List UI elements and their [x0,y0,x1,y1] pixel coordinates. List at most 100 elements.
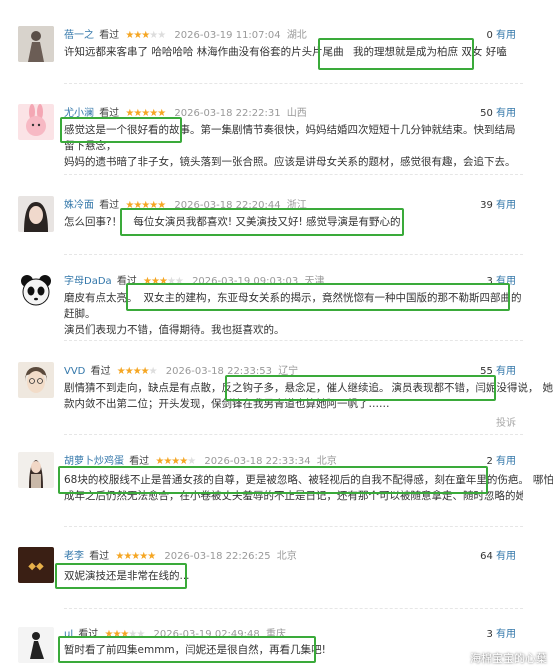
username-link[interactable]: VVD [64,366,85,377]
review-content: 许知远都来客串了 哈哈哈哈 林海作曲没有俗套的片头片尾曲 我的理想就是成为柏庶 … [64,44,523,60]
useful-button[interactable]: 有用 [496,456,516,467]
useful-count: 2 有用 [486,456,516,467]
avatar[interactable] [18,272,54,308]
divider [64,83,523,84]
username-link[interactable]: 字母DaDa [64,276,112,287]
review-time: 2026-03-18 22:33:53 [165,366,272,377]
review-location: 辽宁 [278,366,299,377]
watched-label: 看过 [129,456,150,467]
review-time: 2026-03-18 22:22:31 [174,108,281,119]
avatar[interactable] [18,452,54,488]
review-meta: 尤小澜 看过 ★★★★★ 2026-03-18 22:22:31 山西 [64,104,307,119]
watched-label: 看过 [89,551,110,562]
review-meta: 字母DaDa 看过 ★★★★★ 2026-03-19 09:03:03 天津 [64,272,324,287]
watched-label: 看过 [90,366,111,377]
rating-stars: ★★★★★ [125,108,166,119]
review-content: 怎么回事?！ 每位女演员我都喜欢! 又美演技又好! 感觉导演是有野心的! [64,214,523,230]
avatar[interactable] [18,26,54,62]
useful-button[interactable]: 有用 [496,551,516,562]
review-meta: 老李 看过 ★★★★★ 2026-03-18 22:26:25 北京 [64,547,297,562]
rating-stars: ★★★★★ [125,30,166,41]
avatar[interactable] [18,362,54,398]
username-link[interactable]: 蓓一之 [64,30,94,41]
review-location: 重庆 [265,629,286,640]
watermark-text: 海棉宝宝的心葉 [470,652,547,665]
useful-button[interactable]: 有用 [496,200,516,211]
rating-stars: ★★★★★ [115,551,156,562]
rating-stars: ★★★★★ [104,629,146,640]
username-link[interactable]: 姝冷面 [64,200,94,211]
divider [64,254,523,255]
review-text: 妈妈的遗书暗了非子女，镜头落到一张合照。应该是讲母女关系的题材，感觉很有趣，会追… [64,156,516,168]
comment-list: 蓓一之 看过 ★★★★★ 2026-03-19 11:07:04 湖北 0 有用… [0,0,553,670]
username-link[interactable]: 尤小澜 [64,108,94,119]
useful-button[interactable]: 有用 [496,629,516,640]
watched-label: 看过 [99,108,120,119]
divider [64,608,523,609]
avatar[interactable] [18,104,54,140]
username-link[interactable]: 老李 [64,551,84,562]
useful-button[interactable]: 有用 [496,276,516,287]
highlighted-text: 68块的校服线不止是普通女孩的自尊，更是被忽略、被轻视后的自我不配得感，刻在童年… [64,474,529,486]
username-link[interactable]: ul [64,629,73,640]
useful-count: 64 有用 [480,551,516,562]
review-location: 湖北 [286,30,307,41]
review-time: 2026-03-18 22:26:25 [164,551,271,562]
review-meta: 胡萝卜炒鸡蛋 看过 ★★★★★ 2026-03-18 22:33:34 北京 [64,452,337,467]
review-text: 剧情猜不到走向，缺点是有点散，反之钩子多，悬念足，催人继续追。 [64,382,390,394]
review-location: 北京 [316,456,337,467]
review-content: 磨皮有点太亮。 双女主的建构，东亚母女关系的揭示，竟然恍惚有一种中国版的那不勒斯四… [64,290,523,338]
useful-count: 3 有用 [486,629,516,640]
review-meta: ul 看过 ★★★★★ 2026-03-19 02:49:48 重庆 [64,625,286,640]
useful-count: 3 有用 [486,276,516,287]
highlighted-text: 暂时看了前四集emmm，闫妮还是很自然，再看几集吧! [64,644,326,656]
review-content: 暂时看了前四集emmm，闫妮还是很自然，再看几集吧! [64,642,523,658]
report-link[interactable]: 投诉 [496,414,516,429]
review-content: 68块的校服线不止是普通女孩的自尊，更是被忽略、被轻视后的自我不配得感，刻在童年… [64,472,553,504]
watched-label: 看过 [116,276,137,287]
watched-label: 看过 [99,200,120,211]
review-text: 款内敛不出第二位；开头发现，保剑锋在我男青道也算她阿一帆了…… [64,398,390,410]
watched-label: 看过 [99,30,120,41]
review-content: 感觉这是一个很好看的故事。第一集剧情节奏很快，妈妈结婚四次短短十几分钟就结束。快… [64,122,523,170]
highlighted-text: 双妮演技还是非常在线的... [64,570,190,582]
review-text: 磨皮有点太亮。 [64,292,138,304]
review-location: 天津 [304,276,325,287]
rating-stars: ★★★★★ [155,456,196,467]
review-text: 成年之后仍然无法愈合，在小卷被丈夫羞辱的不止是日记，还有那个可以被随意拿走、随时… [64,490,523,502]
review-location: 北京 [276,551,297,562]
review-text: 怎么回事?！ [64,216,123,228]
useful-button[interactable]: 有用 [496,30,516,41]
useful-count: 39 有用 [480,200,516,211]
watched-label: 看过 [78,629,99,640]
avatar[interactable]: ◆◆ [18,547,54,583]
svg-text:◆◆: ◆◆ [28,561,44,572]
divider [64,340,523,341]
useful-button[interactable]: 有用 [496,366,516,377]
divider [64,434,523,435]
rating-stars: ★★★★★ [125,200,166,211]
useful-count: 0 有用 [486,30,516,41]
review-meta: VVD 看过 ★★★★★ 2026-03-18 22:33:53 辽宁 [64,362,298,377]
divider [64,174,523,175]
review-location: 浙江 [286,200,307,211]
highlighted-text: 我的理想就是成为柏庶 双女 好嗑 [353,46,507,58]
username-link[interactable]: 胡萝卜炒鸡蛋 [64,456,124,467]
useful-count: 50 有用 [480,108,516,119]
avatar[interactable] [18,196,54,232]
review-text: 哪怕 [532,474,553,486]
avatar[interactable] [18,627,54,663]
rating-stars: ★★★★★ [143,276,184,287]
review-time: 2026-03-18 22:20:44 [174,200,281,211]
rating-stars: ★★★★★ [116,366,158,377]
review-time: 2026-03-18 22:33:34 [204,456,311,467]
review-meta: 姝冷面 看过 ★★★★★ 2026-03-18 22:20:44 浙江 [64,196,307,211]
review-text: 她这 [542,382,553,394]
useful-button[interactable]: 有用 [496,108,516,119]
review-content: 双妮演技还是非常在线的... [64,568,523,584]
review-content: 剧情猜不到走向，缺点是有点散，反之钩子多，悬念足，催人继续追。 演员表现都不错，闫… [64,380,553,412]
highlighted-text: 演员表现都不错，闫妮没得说， [391,382,539,394]
review-time: 2026-03-19 11:07:04 [174,30,281,41]
review-location: 山西 [286,108,307,119]
review-time: 2026-03-19 02:49:48 [153,629,260,640]
